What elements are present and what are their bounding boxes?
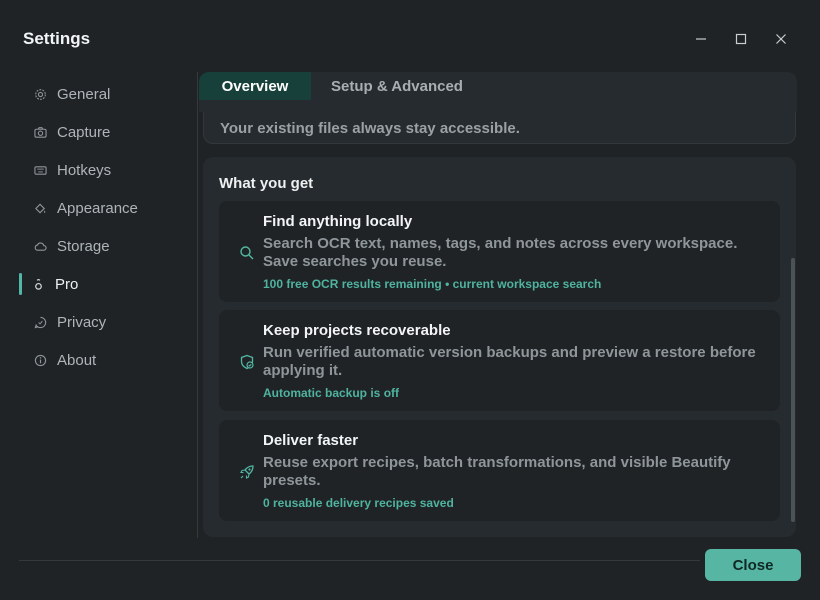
sidebar-item-privacy[interactable]: Privacy	[19, 303, 191, 341]
sidebar-item-storage[interactable]: Storage	[19, 227, 191, 265]
tab-overview[interactable]: Overview	[199, 72, 311, 100]
feature-status: 100 free OCR results remaining • current…	[263, 277, 602, 291]
footer-divider	[19, 560, 700, 561]
feature-card-deliver-faster[interactable]: Deliver faster Reuse export recipes, bat…	[219, 420, 780, 521]
close-button[interactable]: Close	[705, 549, 801, 581]
sidebar-item-label: Privacy	[57, 313, 107, 331]
feature-status: Automatic backup is off	[263, 386, 400, 400]
what-you-get-panel: What you get Find anything locally Searc…	[203, 157, 796, 537]
shield-chat-icon	[33, 315, 47, 329]
sidebar-divider	[197, 72, 198, 538]
feature-card-recoverable[interactable]: Keep projects recoverable Run verified a…	[219, 310, 780, 411]
minimize-button[interactable]	[690, 28, 712, 50]
sidebar-item-label: Appearance	[57, 199, 138, 217]
cloud-icon	[33, 239, 47, 253]
sidebar-item-about[interactable]: About	[19, 341, 191, 379]
feature-description: Run verified automatic version backups a…	[263, 344, 756, 379]
close-icon	[776, 34, 786, 44]
sidebar-item-label: Hotkeys	[57, 161, 112, 179]
maximize-button[interactable]	[730, 28, 752, 50]
sidebar-item-pro[interactable]: Pro	[19, 265, 191, 303]
files-accessible-text: Your existing files always stay accessib…	[220, 120, 520, 137]
minimize-icon	[696, 38, 706, 40]
tab-bar: Overview Setup & Advanced	[199, 72, 483, 100]
info-icon	[33, 353, 47, 367]
camera-icon	[33, 125, 47, 139]
window-title: Settings	[23, 29, 91, 48]
sidebar-item-label: General	[57, 85, 111, 103]
feature-title: Find anything locally	[263, 213, 413, 230]
pro-icon	[31, 277, 45, 291]
settings-sidebar: General Capture Hotkeys Appearance Stora…	[19, 75, 191, 379]
search-icon	[239, 245, 255, 261]
sidebar-item-label: About	[57, 351, 97, 369]
sidebar-item-general[interactable]: General	[19, 75, 191, 113]
feature-title: Deliver faster	[263, 432, 359, 449]
feature-title: Keep projects recoverable	[263, 322, 451, 339]
overview-scroll-area[interactable]: Your existing files always stay accessib…	[199, 112, 799, 538]
section-title: What you get	[219, 175, 314, 192]
sidebar-item-label: Capture	[57, 123, 111, 141]
files-accessible-card: Your existing files always stay accessib…	[203, 112, 796, 144]
content-scrollbar[interactable]	[791, 258, 795, 522]
sidebar-item-label: Storage	[57, 237, 110, 255]
sidebar-item-appearance[interactable]: Appearance	[19, 189, 191, 227]
close-window-button[interactable]	[770, 28, 792, 50]
sidebar-item-hotkeys[interactable]: Hotkeys	[19, 151, 191, 189]
settings-window: Settings General Capture Hotkeys Appeara…	[0, 0, 820, 600]
shield-check-icon	[239, 354, 255, 370]
feature-card-find-locally[interactable]: Find anything locally Search OCR text, n…	[219, 201, 780, 302]
rocket-icon	[239, 464, 255, 480]
tab-setup-advanced[interactable]: Setup & Advanced	[311, 72, 483, 100]
gear-icon	[33, 87, 47, 101]
feature-description: Reuse export recipes, batch transformati…	[263, 454, 731, 489]
feature-description: Search OCR text, names, tags, and notes …	[263, 235, 738, 270]
sidebar-item-capture[interactable]: Capture	[19, 113, 191, 151]
keyboard-icon	[33, 163, 47, 177]
maximize-icon	[735, 33, 747, 45]
paint-bucket-icon	[33, 201, 47, 215]
feature-status: 0 reusable delivery recipes saved	[263, 496, 454, 510]
sidebar-item-label: Pro	[55, 275, 79, 293]
